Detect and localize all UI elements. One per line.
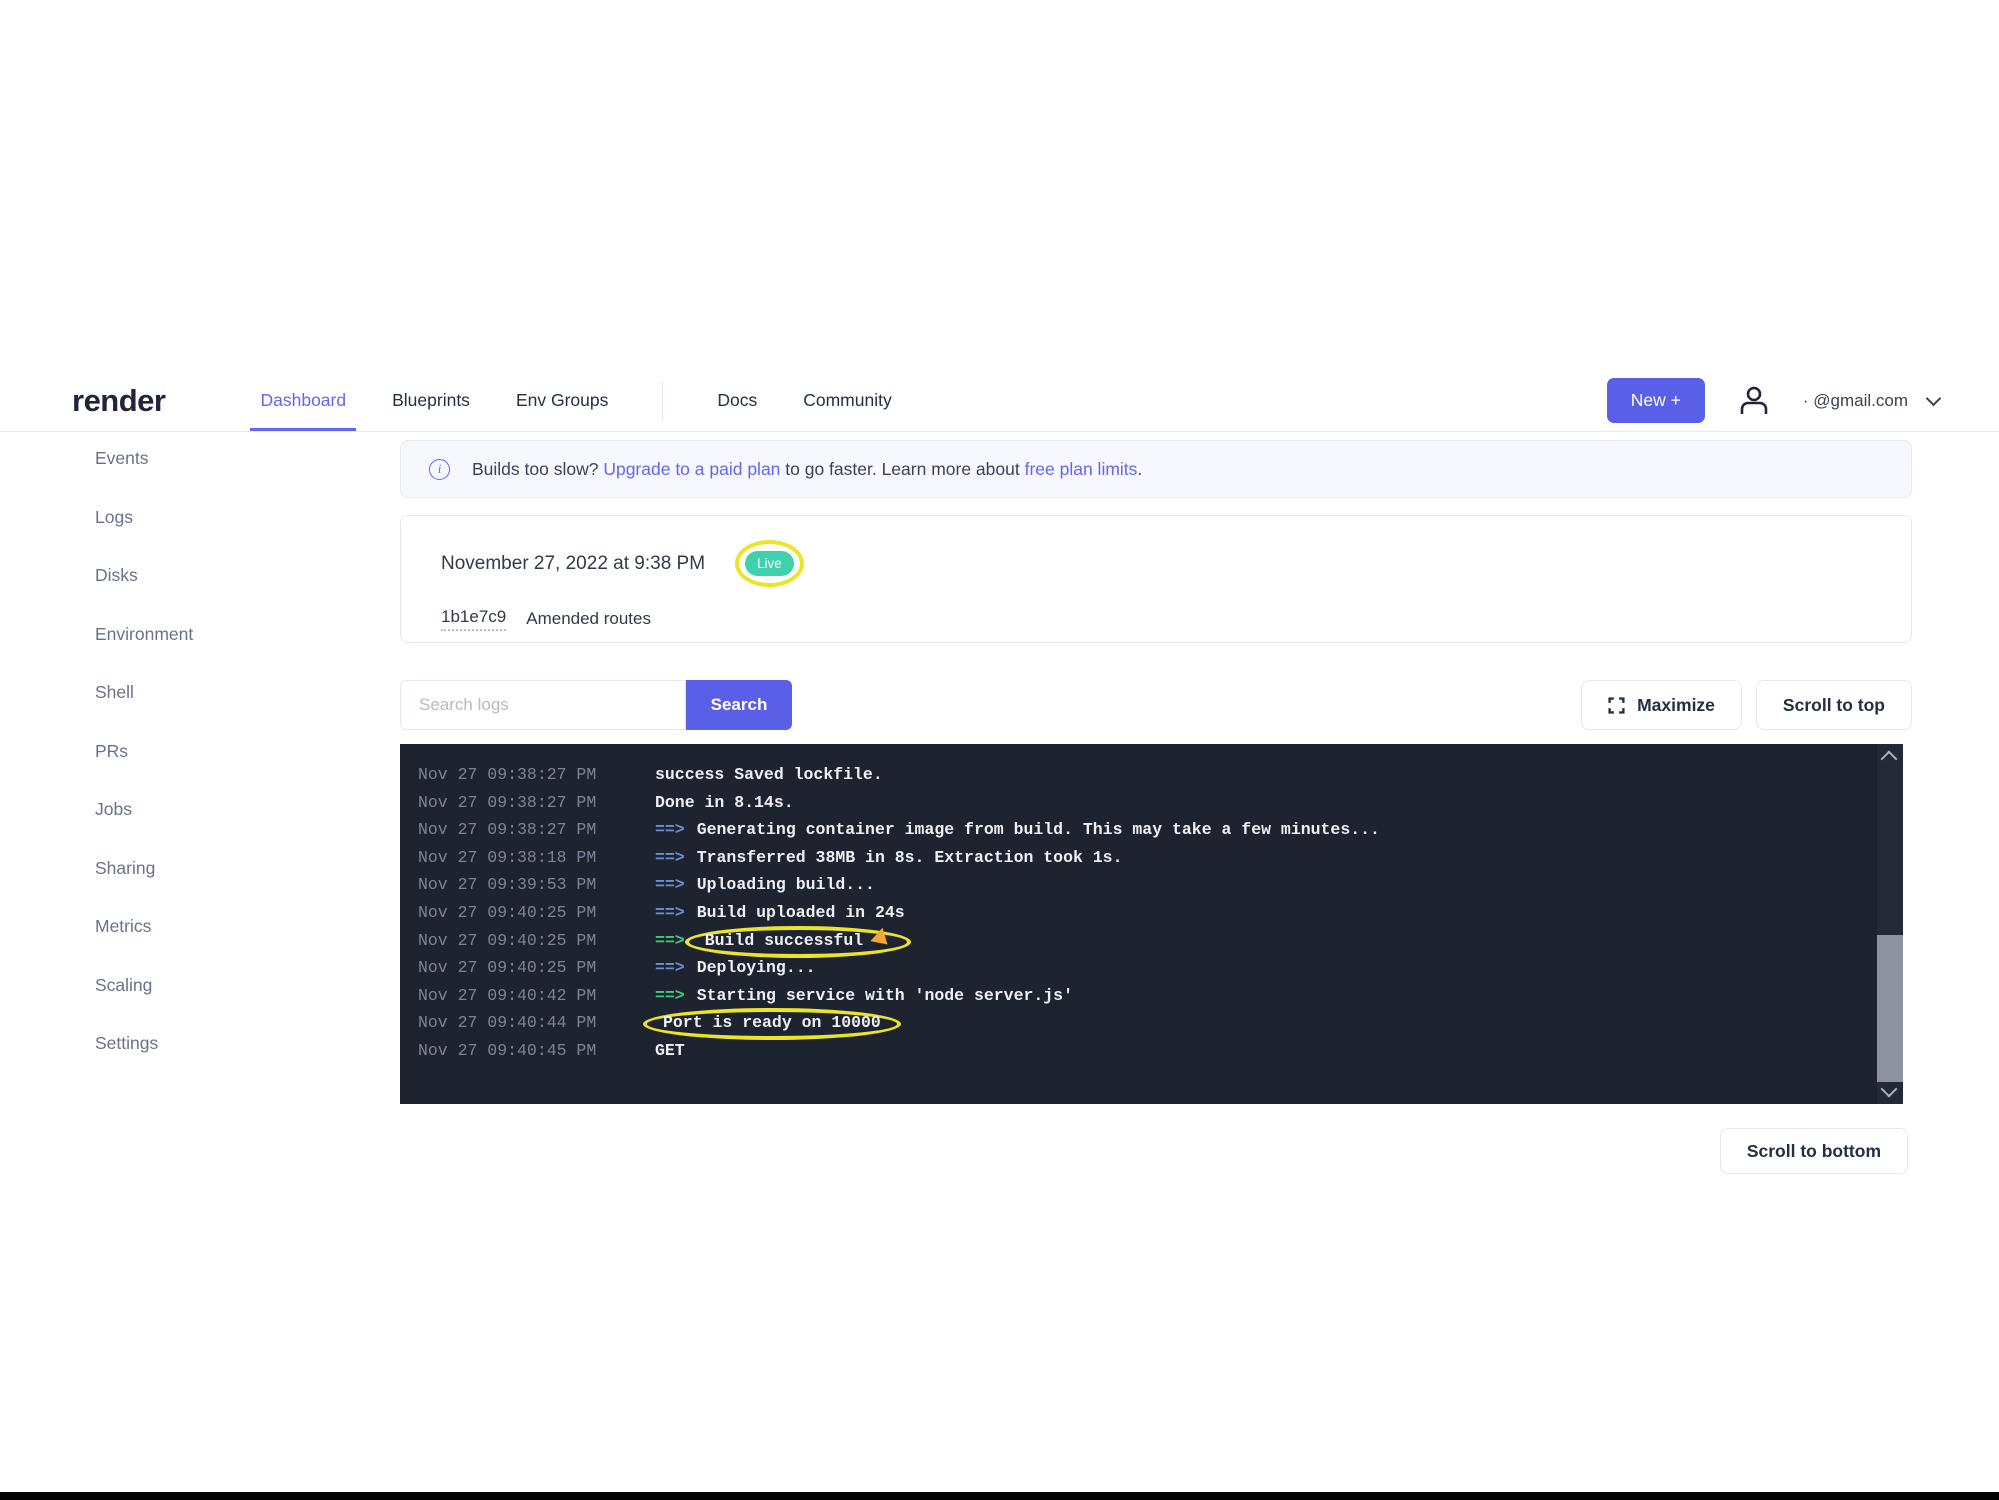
chevron-down-icon (1926, 390, 1942, 406)
log-timestamp: Nov 27 09:40:25 PM (418, 927, 655, 955)
log-line: Nov 27 09:40:25 PM==>Build successful (418, 927, 1903, 955)
log-timestamp: Nov 27 09:40:25 PM (418, 899, 655, 927)
top-nav-bar: render Dashboard Blueprints Env Groups Docs… (0, 370, 1999, 432)
upgrade-banner-text: Builds too slow? Upgrade to a paid plan … (472, 459, 1142, 480)
sidebar-item-sharing[interactable]: Sharing (95, 858, 315, 879)
sidebar-item-events[interactable]: Events (95, 448, 315, 469)
log-message: Starting service with 'node server.js' (697, 986, 1073, 1005)
log-arrow-prefix: ==> (655, 848, 685, 867)
service-sidebar: Events Logs Disks Environment Shell PRs Jobs Sh… (95, 448, 315, 1054)
logs-toolbar: Search Maximize Scroll to top (400, 680, 1912, 730)
sidebar-item-metrics[interactable]: Metrics (95, 916, 315, 937)
scrollbar-thumb[interactable] (1877, 935, 1903, 1083)
nav-env-groups[interactable]: Env Groups (516, 390, 608, 411)
log-timestamp: Nov 27 09:38:18 PM (418, 844, 655, 872)
live-status-badge: Live (745, 551, 794, 576)
log-arrow-prefix: ==> (655, 820, 685, 839)
new-button[interactable]: New + (1607, 378, 1705, 423)
log-line: Nov 27 09:40:25 PM==> Deploying... (418, 954, 1903, 982)
deploy-date: November 27, 2022 at 9:38 PM (441, 553, 705, 575)
log-timestamp: Nov 27 09:40:25 PM (418, 954, 655, 982)
sidebar-item-scaling[interactable]: Scaling (95, 975, 315, 996)
live-annotation-circle: Live (735, 540, 804, 587)
log-timestamp: Nov 27 09:38:27 PM (418, 761, 655, 789)
search-button[interactable]: Search (686, 680, 792, 730)
nav-community[interactable]: Community (803, 390, 892, 411)
sidebar-item-shell[interactable]: Shell (95, 682, 315, 703)
log-timestamp: Nov 27 09:38:27 PM (418, 789, 655, 817)
sidebar-item-jobs[interactable]: Jobs (95, 799, 315, 820)
user-avatar-icon[interactable] (1739, 385, 1769, 417)
log-timestamp: Nov 27 09:40:42 PM (418, 982, 655, 1010)
scrollbar-down-arrow-icon[interactable] (1881, 1081, 1898, 1098)
log-message: Uploading build... (697, 875, 875, 894)
account-email: · @gmail.com (1803, 391, 1908, 411)
log-message: Transferred 38MB in 8s. Extraction took … (697, 848, 1123, 867)
log-timestamp: Nov 27 09:40:45 PM (418, 1037, 655, 1065)
render-logo: render (72, 383, 165, 419)
log-message: Deploying... (697, 958, 816, 977)
log-terminal: Nov 27 09:38:27 PMsuccess Saved lockfile… (400, 744, 1903, 1104)
log-message-annotated: Port is ready on 10000 (643, 1008, 901, 1040)
sidebar-item-prs[interactable]: PRs (95, 741, 315, 762)
log-line: Nov 27 09:40:44 PMPort is ready on 10000 (418, 1009, 1903, 1037)
log-message-annotated: Build successful (685, 926, 911, 958)
upgrade-plan-link[interactable]: Upgrade to a paid plan (603, 459, 780, 479)
party-popper-icon (871, 927, 894, 950)
sidebar-item-settings[interactable]: Settings (95, 1033, 315, 1054)
log-message: success Saved lockfile. (655, 765, 883, 784)
log-line: Nov 27 09:38:27 PM==> Generating containe… (418, 816, 1903, 844)
log-message: Done in 8.14s. (655, 793, 794, 812)
bottom-edge-bar (0, 1492, 1999, 1500)
sidebar-item-environment[interactable]: Environment (95, 624, 315, 645)
nav-divider (662, 381, 663, 421)
header-right: New + · @gmail.com (1607, 378, 1939, 423)
nav-blueprints[interactable]: Blueprints (392, 390, 470, 411)
log-line: Nov 27 09:38:27 PMDone in 8.14s. (418, 789, 1903, 817)
nav-dashboard[interactable]: Dashboard (260, 390, 346, 411)
log-timestamp: Nov 27 09:40:44 PM (418, 1009, 655, 1037)
maximize-icon (1608, 697, 1625, 714)
terminal-scrollbar[interactable] (1877, 744, 1903, 1104)
log-arrow-prefix: ==> (655, 958, 685, 977)
free-plan-limits-link[interactable]: free plan limits (1025, 459, 1138, 479)
log-message: GET (655, 1041, 685, 1060)
main-content: i Builds too slow? Upgrade to a paid pla… (400, 440, 1912, 1184)
maximize-button[interactable]: Maximize (1581, 680, 1742, 730)
log-lines: Nov 27 09:38:27 PMsuccess Saved lockfile… (418, 761, 1903, 1065)
log-timestamp: Nov 27 09:39:53 PM (418, 871, 655, 899)
search-input[interactable] (400, 680, 686, 730)
account-menu[interactable]: · @gmail.com (1803, 391, 1939, 411)
commit-message: Amended routes (526, 609, 651, 629)
scrollbar-up-arrow-icon[interactable] (1881, 751, 1898, 768)
log-line: Nov 27 09:38:18 PM==> Transferred 38MB in… (418, 844, 1903, 872)
info-icon: i (429, 459, 450, 480)
log-arrow-prefix: ==> (655, 986, 685, 1005)
log-arrow-prefix: ==> (655, 875, 685, 894)
log-message: Build uploaded in 24s (697, 903, 905, 922)
log-message: Generating container image from build. T… (697, 820, 1380, 839)
main-nav: Dashboard Blueprints Env Groups Docs Communi… (260, 370, 891, 431)
log-arrow-prefix: ==> (655, 903, 685, 922)
page: render Dashboard Blueprints Env Groups Docs… (0, 0, 1999, 1500)
log-line: Nov 27 09:40:42 PM==> Starting service wi… (418, 982, 1903, 1010)
log-line: Nov 27 09:38:27 PMsuccess Saved lockfile… (418, 761, 1903, 789)
deploy-card: November 27, 2022 at 9:38 PM Live 1b1e7c… (400, 515, 1912, 643)
log-timestamp: Nov 27 09:38:27 PM (418, 816, 655, 844)
sidebar-item-logs[interactable]: Logs (95, 507, 315, 528)
sidebar-item-disks[interactable]: Disks (95, 565, 315, 586)
log-line: Nov 27 09:40:25 PM==> Build uploaded in 2… (418, 899, 1903, 927)
scroll-to-bottom-button[interactable]: Scroll to bottom (1720, 1128, 1908, 1174)
scroll-to-top-button[interactable]: Scroll to top (1756, 680, 1912, 730)
commit-hash[interactable]: 1b1e7c9 (441, 607, 506, 631)
log-arrow-prefix: ==> (655, 931, 685, 950)
upgrade-banner: i Builds too slow? Upgrade to a paid pla… (400, 440, 1912, 498)
nav-docs[interactable]: Docs (717, 390, 757, 411)
log-line: Nov 27 09:39:53 PM==> Uploading build... (418, 871, 1903, 899)
log-line: Nov 27 09:40:45 PMGET (418, 1037, 1903, 1065)
